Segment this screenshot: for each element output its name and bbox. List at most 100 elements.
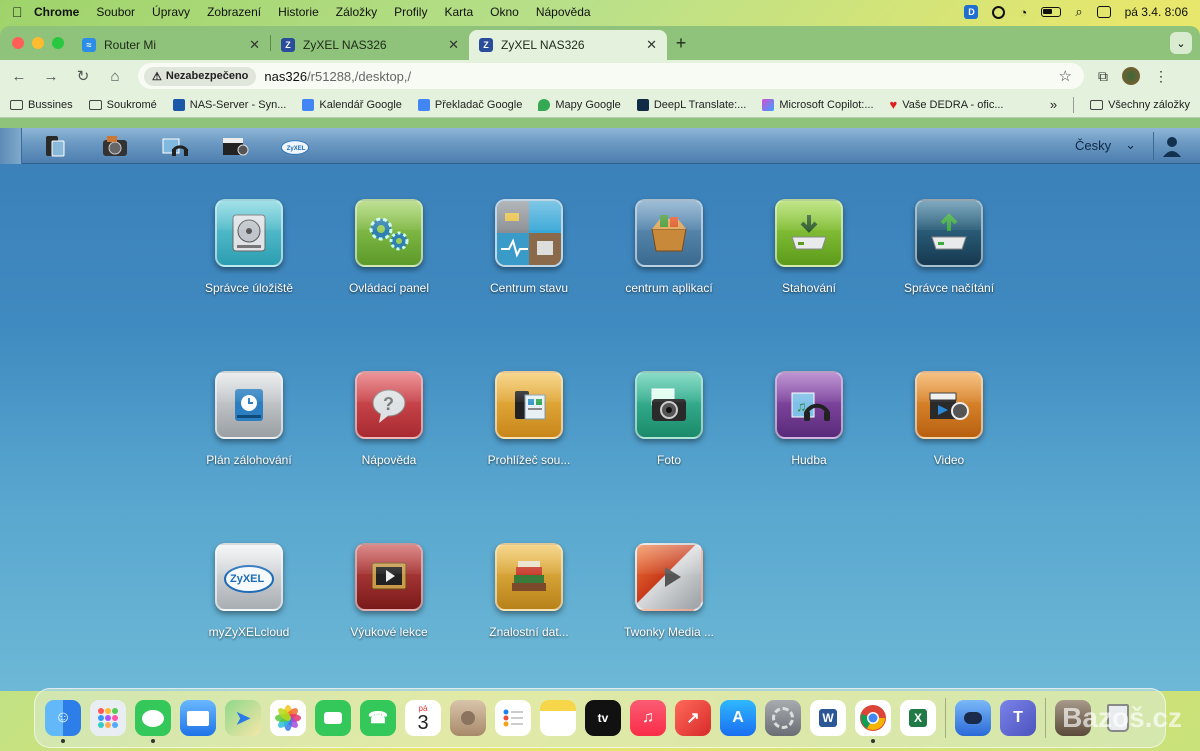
reminders-icon[interactable] (495, 700, 531, 736)
menu-item-file[interactable]: Soubor (96, 5, 135, 19)
launchpad-icon[interactable] (90, 700, 126, 736)
security-chip[interactable]: ⚠ Nezabezpečeno (144, 66, 257, 86)
system-settings-icon[interactable] (765, 700, 801, 736)
facetime-icon[interactable] (315, 700, 351, 736)
minimize-window-button[interactable] (32, 37, 44, 49)
app-store-icon[interactable]: A (720, 700, 756, 736)
menubar-clock[interactable]: pá 3.4. 8:06 (1125, 5, 1188, 19)
control-center-icon[interactable] (1096, 6, 1111, 18)
tab-zyxel-nas326-active[interactable]: Z ZyXEL NAS326 ✕ (469, 30, 667, 60)
app-download[interactable]: Stahování (739, 199, 879, 295)
bookmark-google-calendar[interactable]: Kalendář Google (302, 98, 402, 111)
bookmark-star-icon[interactable]: ☆ (1059, 67, 1072, 85)
messages-icon[interactable] (135, 700, 171, 743)
app-app-center[interactable]: centrum aplikací (599, 199, 739, 295)
tab-zyxel-nas326[interactable]: Z ZyXEL NAS326 ✕ (271, 30, 469, 60)
menu-item-view[interactable]: Zobrazení (207, 5, 261, 19)
app-label: Video (933, 453, 965, 467)
chrome-icon[interactable] (855, 700, 891, 743)
dashlane-icon[interactable]: D (964, 5, 979, 19)
close-icon[interactable]: ✕ (646, 37, 657, 53)
bookmark-nas-server[interactable]: NAS-Server - Syn... (172, 98, 287, 111)
rocket-icon[interactable]: ↗ (675, 700, 711, 736)
spotlight-search-icon[interactable]: ⌕ (1075, 4, 1082, 20)
app-help[interactable]: ? Nápověda (319, 371, 459, 467)
app-music[interactable]: ♫ Hudba (739, 371, 879, 467)
menu-item-window[interactable]: Okno (490, 5, 519, 19)
new-tab-button[interactable]: + (667, 33, 695, 54)
photo-camera-icon[interactable] (100, 132, 130, 160)
apple-menu-icon[interactable]:  (12, 4, 34, 20)
bookmark-folder-soukrome[interactable]: Soukromé (88, 99, 157, 111)
menu-item-edit[interactable]: Úpravy (152, 5, 190, 19)
menu-app-name[interactable]: Chrome (34, 5, 79, 19)
phone-icon[interactable]: ☎ (360, 700, 396, 736)
app-tutorials[interactable]: Výukové lekce (319, 543, 459, 639)
music-icon[interactable]: ♫ (630, 700, 666, 736)
vpn-icon[interactable] (955, 700, 991, 736)
reload-icon[interactable]: ↻ (74, 67, 92, 85)
home-icon[interactable]: ⌂ (106, 68, 124, 85)
app-myzyxelcloud[interactable]: ZyXEL myZyXELcloud (179, 543, 319, 639)
bookmark-copilot[interactable]: Microsoft Copilot:... (762, 98, 874, 111)
bookmarks-overflow-button[interactable]: » (1050, 97, 1057, 112)
app-upload-manager[interactable]: Správce načítání (879, 199, 1019, 295)
music-headphones-icon[interactable] (160, 132, 190, 160)
app-twonky-media[interactable]: Twonky Media ... (599, 543, 739, 639)
all-bookmarks-folder[interactable]: Všechny záložky (1090, 99, 1190, 111)
excel-icon[interactable]: X (900, 700, 936, 736)
browser-window: ≈ Router Mi ✕ Z ZyXEL NAS326 ✕ Z ZyXEL N… (0, 26, 1200, 691)
bookmark-label: NAS-Server - Syn... (189, 98, 287, 111)
maximize-window-button[interactable] (52, 37, 64, 49)
word-icon[interactable]: W (810, 700, 846, 736)
bookmark-google-maps[interactable]: Mapy Google (538, 98, 621, 111)
menu-item-bookmarks[interactable]: Záložky (336, 5, 377, 19)
contacts-icon[interactable] (450, 700, 486, 736)
forward-arrow-icon[interactable]: → (42, 68, 60, 85)
back-arrow-icon[interactable]: ← (10, 68, 28, 85)
close-icon[interactable]: ✕ (249, 37, 260, 53)
account-circle-icon[interactable] (992, 5, 1006, 19)
sidebar-toggle[interactable] (0, 128, 22, 164)
close-window-button[interactable] (12, 37, 24, 49)
bookmark-folder-bussines[interactable]: Bussines (10, 99, 73, 111)
menu-item-tab[interactable]: Karta (444, 5, 473, 19)
app-storage-manager[interactable]: Správce úložiště (179, 199, 319, 295)
more-menu-icon[interactable]: ⋮ (1154, 68, 1168, 85)
calendar-icon (302, 98, 315, 111)
calendar-icon[interactable]: pá 3 (405, 700, 441, 736)
tab-router-mi[interactable]: ≈ Router Mi ✕ (72, 30, 270, 60)
bookmark-deepl[interactable]: DeepL Translate:... (636, 98, 746, 111)
extensions-puzzle-icon[interactable]: ⧉ (1098, 68, 1108, 85)
apple-tv-icon[interactable]: tv (585, 700, 621, 736)
battery-icon[interactable] (1041, 7, 1062, 17)
bookmark-google-translate[interactable]: Překladač Google (417, 98, 522, 111)
finder-icon[interactable]: ☺ (45, 700, 81, 743)
close-icon[interactable]: ✕ (448, 37, 459, 53)
teams-icon[interactable]: T (1000, 700, 1036, 736)
bookmark-dedra[interactable]: ♥ Vaše DEDRA - ofic... (890, 97, 1004, 112)
language-selector[interactable]: Česky ⌄ (1075, 137, 1136, 153)
app-video[interactable]: Video (879, 371, 1019, 467)
storage-tray-icon[interactable] (40, 132, 70, 160)
app-knowledge-base[interactable]: Znalostní dat... (459, 543, 599, 639)
app-file-browser[interactable]: Prohlížeč sou... (459, 371, 599, 467)
menu-item-help[interactable]: Nápověda (536, 5, 591, 19)
notes-icon[interactable] (540, 700, 576, 736)
video-clapper-icon[interactable] (220, 132, 250, 160)
wifi-icon[interactable]: ◔ (1019, 5, 1027, 20)
user-account-icon[interactable] (1160, 134, 1184, 158)
app-photo[interactable]: Foto (599, 371, 739, 467)
mail-icon[interactable] (180, 700, 216, 736)
profile-avatar[interactable] (1122, 67, 1140, 85)
tab-search-chevron-icon[interactable]: ⌄ (1170, 32, 1192, 54)
menu-item-profiles[interactable]: Profily (394, 5, 427, 19)
zyxel-cloud-icon[interactable]: ZyXEL (280, 132, 310, 160)
app-backup-planner[interactable]: Plán zálohování (179, 371, 319, 467)
photos-icon[interactable] (270, 700, 306, 736)
maps-icon[interactable]: ➤ (225, 700, 261, 736)
menu-item-history[interactable]: Historie (278, 5, 319, 19)
app-control-panel[interactable]: Ovládací panel (319, 199, 459, 295)
app-status-center[interactable]: Centrum stavu (459, 199, 599, 295)
address-bar[interactable]: ⚠ Nezabezpečeno nas326/r51288,/desktop,/… (138, 63, 1084, 89)
